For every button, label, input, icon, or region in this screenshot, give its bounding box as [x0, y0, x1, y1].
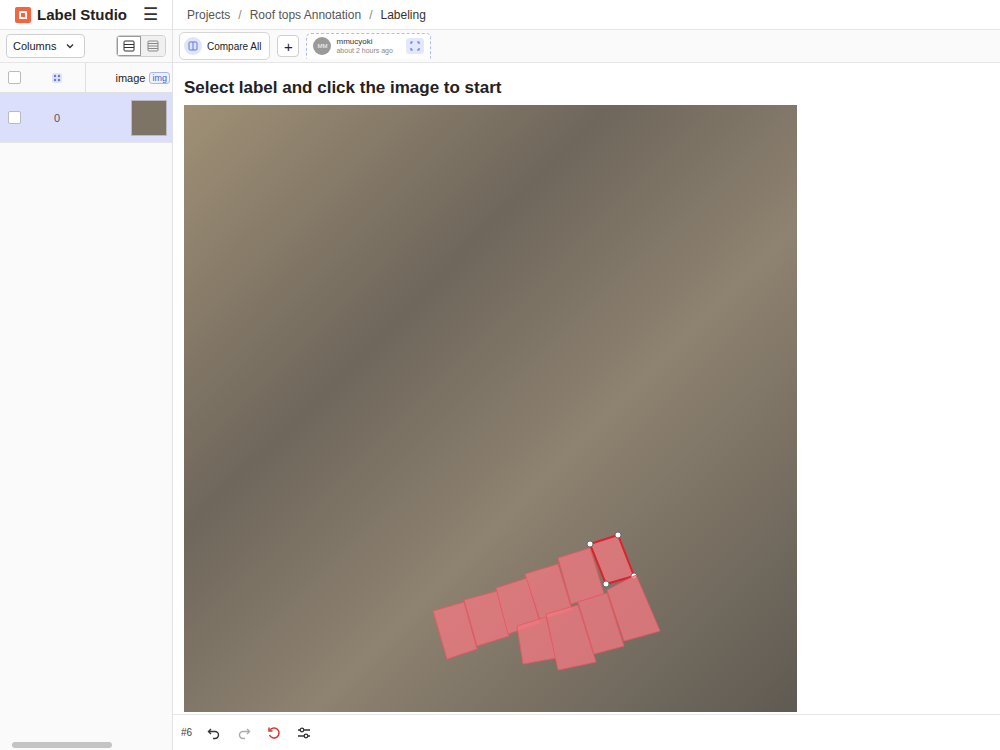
- view-button[interactable]: [141, 36, 165, 56]
- task-id: #6: [181, 727, 192, 738]
- header-cell: [28, 63, 86, 92]
- roof-region[interactable]: [590, 535, 634, 584]
- chevron-down-icon: [62, 38, 78, 54]
- logo-bar: Label Studio ☰: [0, 0, 172, 30]
- grid-view-icon: [147, 40, 159, 52]
- sidebar-space: [0, 143, 172, 740]
- row-id: 0: [54, 112, 60, 124]
- vertex-handle[interactable]: [615, 532, 621, 538]
- roof-region[interactable]: [607, 575, 660, 641]
- breadcrumb-item[interactable]: Roof tops Annotation: [250, 8, 361, 22]
- horizontal-scrollbar[interactable]: [0, 740, 172, 750]
- undo-icon[interactable]: [206, 725, 222, 741]
- annotation-time: about 2 hours ago: [336, 47, 392, 54]
- settings-icon[interactable]: [296, 725, 312, 741]
- header-cell: [0, 71, 28, 84]
- select-all-checkbox[interactable]: [8, 71, 21, 84]
- user-avatar: MM: [313, 37, 331, 55]
- image-thumbnail: [131, 100, 167, 136]
- menu-button[interactable]: ☰: [143, 4, 158, 25]
- logo[interactable]: Label Studio: [14, 6, 127, 24]
- header-cell[interactable]: imageimg: [86, 72, 172, 84]
- columns-button[interactable]: Columns: [6, 34, 85, 58]
- compare-label: Compare All: [207, 41, 261, 52]
- logo-text: Label Studio: [37, 6, 127, 23]
- row-checkbox[interactable]: [8, 111, 21, 124]
- logo-icon: [14, 6, 32, 24]
- sidebar: Label Studio ☰ Columns imageimg 0: [0, 0, 173, 750]
- column-type-tag: img: [149, 72, 170, 84]
- instruction: Select label and click the image to star…: [184, 63, 1000, 105]
- row-cell: 0: [28, 112, 86, 124]
- add-annotation-button[interactable]: +: [277, 35, 299, 57]
- vertex-handle[interactable]: [603, 581, 609, 587]
- breadcrumb-item[interactable]: Labeling: [380, 8, 425, 22]
- sidebar-toolbar: Columns: [0, 30, 172, 63]
- breadcrumb-separator: /: [238, 8, 241, 22]
- breadcrumb: Projects / Roof tops Annotation / Labeling: [173, 0, 1000, 30]
- annotation-user: mmucyoki: [336, 38, 392, 46]
- id-grid-icon: [49, 70, 65, 86]
- bottom-toolbar: #6: [173, 714, 1000, 750]
- scroll-thumb[interactable]: [12, 742, 112, 748]
- labeling-area: Select label and click the image to star…: [173, 63, 1000, 714]
- regions-layer: [184, 105, 797, 712]
- view-button[interactable]: [117, 36, 141, 56]
- columns-icon: [184, 37, 202, 55]
- main-panel: Projects / Roof tops Annotation / Labeling Co…: [173, 0, 1000, 750]
- row-cell: [86, 100, 172, 136]
- annotation-tab[interactable]: MM mmucyokiabout 2 hours ago: [306, 33, 430, 59]
- columns-label: Columns: [13, 40, 56, 52]
- image-canvas[interactable]: [184, 105, 797, 712]
- row-cell: [0, 111, 28, 124]
- column-title: image: [116, 72, 146, 84]
- redo-icon[interactable]: [236, 725, 252, 741]
- annotation-info: mmucyokiabout 2 hours ago: [336, 38, 392, 54]
- vertex-handle[interactable]: [587, 541, 593, 547]
- list-view-icon: [123, 40, 135, 52]
- reset-icon[interactable]: [266, 725, 282, 741]
- annotation-icon: [406, 38, 424, 54]
- annotation-tabs: Compare All + MM mmucyokiabout 2 hours ago: [173, 30, 1000, 63]
- breadcrumb-item[interactable]: Projects: [187, 8, 230, 22]
- table-row[interactable]: 0: [0, 93, 172, 143]
- table-header: imageimg: [0, 63, 172, 93]
- breadcrumb-separator: /: [369, 8, 372, 22]
- compare-all-button[interactable]: Compare All: [179, 32, 270, 60]
- view-toggle: [116, 35, 166, 57]
